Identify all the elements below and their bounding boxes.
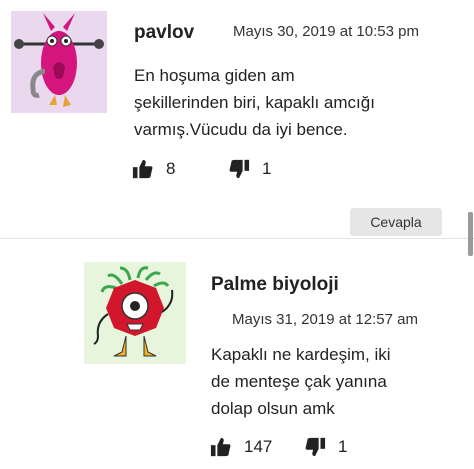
avatar bbox=[11, 11, 107, 113]
like-button[interactable]: 8 bbox=[132, 158, 175, 180]
scrollbar[interactable] bbox=[468, 212, 473, 256]
comment-text-line: varmış.Vücudu da iyi bence. bbox=[134, 120, 348, 139]
comment-date[interactable]: Mayıs 30, 2019 at 10:53 pm bbox=[233, 23, 419, 40]
pink-creature-icon bbox=[14, 13, 104, 107]
like-button[interactable]: 147 bbox=[210, 436, 272, 458]
like-count: 147 bbox=[244, 437, 273, 456]
thumbs-down-icon bbox=[229, 159, 250, 179]
red-creature-icon bbox=[93, 266, 174, 357]
avatar bbox=[84, 262, 186, 364]
comment-text: En hoşuma giden am şekillerinden biri, k… bbox=[134, 62, 375, 143]
dislike-button[interactable]: 1 bbox=[228, 158, 271, 180]
comment-text: Kapaklı ne kardeşim, iki de menteşe çak … bbox=[211, 341, 391, 422]
dislike-count: 1 bbox=[338, 437, 348, 456]
dislike-button[interactable]: 1 bbox=[304, 436, 347, 458]
thumbs-up-icon bbox=[132, 159, 153, 179]
thumbs-down-icon bbox=[305, 437, 326, 457]
thumbs-up-icon bbox=[210, 437, 231, 457]
comment-text-line: En hoşuma giden am bbox=[134, 66, 295, 85]
comment-text-line: dolap olsun amk bbox=[211, 399, 335, 418]
comment-text-line: de menteşe çak yanına bbox=[211, 372, 387, 391]
divider bbox=[0, 238, 474, 239]
comment-author[interactable]: Palme biyoloji bbox=[211, 274, 339, 296]
comment-text-line: şekillerinden biri, kapaklı amcığı bbox=[134, 93, 375, 112]
comment-date[interactable]: Mayıs 31, 2019 at 12:57 am bbox=[232, 311, 418, 328]
reply-button[interactable]: Cevapla bbox=[350, 208, 442, 236]
like-count: 8 bbox=[166, 159, 176, 178]
comment-author[interactable]: pavlov bbox=[134, 22, 194, 44]
dislike-count: 1 bbox=[262, 159, 272, 178]
comment-text-line: Kapaklı ne kardeşim, iki bbox=[211, 345, 391, 364]
